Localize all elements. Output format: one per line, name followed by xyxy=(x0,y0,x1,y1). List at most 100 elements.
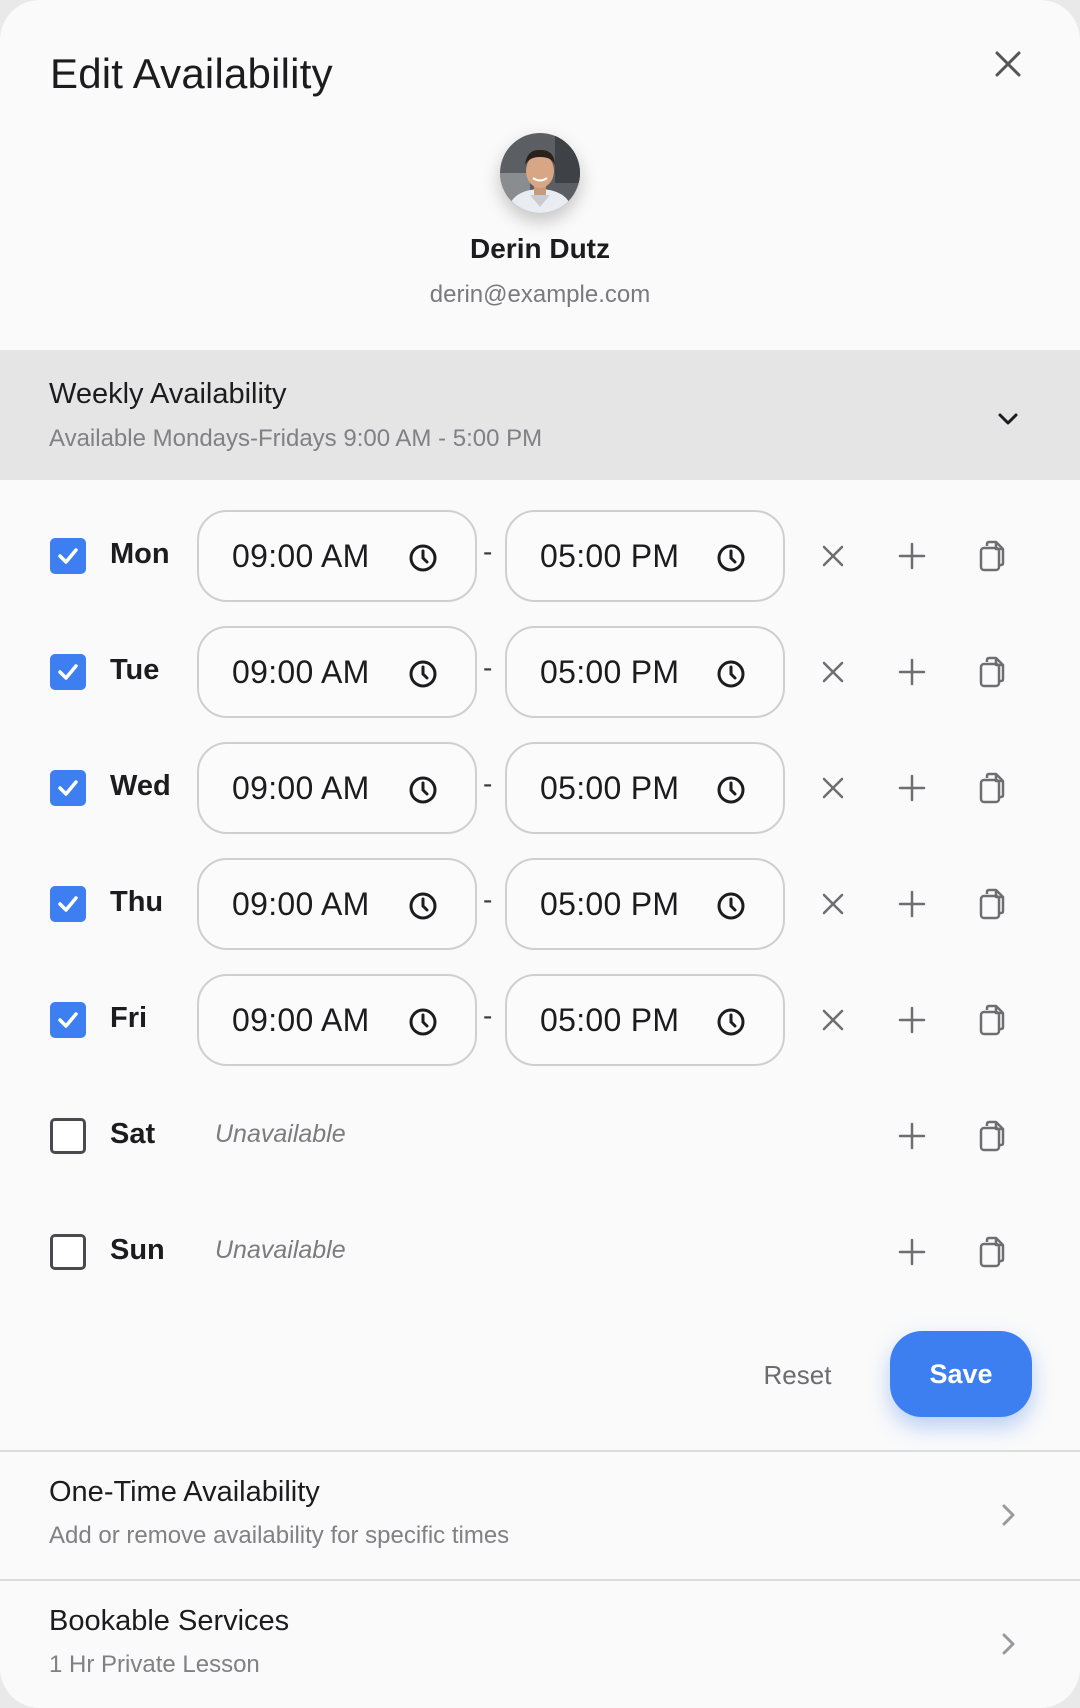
day-label: Sat xyxy=(110,1118,156,1150)
time-separator: - xyxy=(483,884,493,915)
clock-icon xyxy=(409,544,437,572)
day-row-tue: Tue 09:00 AM - 05:00 PM xyxy=(0,626,1080,718)
save-button[interactable]: Save xyxy=(890,1331,1032,1417)
copy-times-button[interactable] xyxy=(972,1116,1012,1156)
add-interval-button[interactable] xyxy=(892,652,932,692)
clock-icon xyxy=(717,544,745,572)
plus-icon xyxy=(898,1122,926,1150)
copy-icon xyxy=(979,540,1005,572)
start-time-value: 09:00 AM xyxy=(232,654,370,690)
plus-icon xyxy=(898,890,926,918)
remove-interval-button[interactable] xyxy=(813,536,853,576)
start-time-value: 09:00 AM xyxy=(232,886,370,922)
end-time-field[interactable]: 05:00 PM xyxy=(505,626,785,718)
day-label: Fri xyxy=(110,1002,148,1034)
copy-times-button[interactable] xyxy=(972,1000,1012,1040)
day-row-mon: Mon 09:00 AM - 05:00 PM xyxy=(0,510,1080,602)
add-interval-button[interactable] xyxy=(892,884,932,924)
copy-times-button[interactable] xyxy=(972,1232,1012,1272)
time-separator: - xyxy=(483,536,493,567)
one-time-availability-title: One-Time Availability xyxy=(49,1476,320,1508)
bookable-services-title: Bookable Services xyxy=(49,1605,290,1637)
x-icon xyxy=(822,545,844,567)
one-time-availability-row[interactable]: One-Time Availability Add or remove avai… xyxy=(0,1452,1080,1580)
x-icon xyxy=(822,1009,844,1031)
close-icon xyxy=(995,51,1021,77)
plus-icon xyxy=(898,1238,926,1266)
day-checkbox[interactable] xyxy=(50,654,86,690)
add-interval-button[interactable] xyxy=(892,1116,932,1156)
plus-icon xyxy=(898,658,926,686)
copy-times-button[interactable] xyxy=(972,652,1012,692)
copy-icon xyxy=(979,1004,1005,1036)
clock-icon xyxy=(717,776,745,804)
time-separator: - xyxy=(483,652,493,683)
clock-icon xyxy=(409,892,437,920)
end-time-field[interactable]: 05:00 PM xyxy=(505,742,785,834)
unavailable-label: Unavailable xyxy=(215,1120,346,1148)
clock-icon xyxy=(409,776,437,804)
remove-interval-button[interactable] xyxy=(813,768,853,808)
end-time-value: 05:00 PM xyxy=(540,1002,680,1038)
end-time-field[interactable]: 05:00 PM xyxy=(505,510,785,602)
remove-interval-button[interactable] xyxy=(813,652,853,692)
weekly-availability-header[interactable]: Weekly Availability Available Mondays-Fr… xyxy=(0,350,1080,480)
clock-icon xyxy=(717,892,745,920)
check-icon xyxy=(58,896,78,912)
plus-icon xyxy=(898,542,926,570)
day-checkbox[interactable] xyxy=(50,886,86,922)
add-interval-button[interactable] xyxy=(892,1000,932,1040)
day-row-sat: Sat Unavailable xyxy=(0,1090,1080,1182)
start-time-field[interactable]: 09:00 AM xyxy=(197,626,477,718)
start-time-field[interactable]: 09:00 AM xyxy=(197,974,477,1066)
bookable-services-row[interactable]: Bookable Services 1 Hr Private Lesson xyxy=(0,1581,1080,1708)
day-checkbox[interactable] xyxy=(50,1234,86,1270)
chevron-down-icon[interactable] xyxy=(993,404,1023,434)
x-icon xyxy=(822,661,844,683)
day-label: Mon xyxy=(110,538,170,570)
day-checkbox[interactable] xyxy=(50,1118,86,1154)
close-button[interactable] xyxy=(988,44,1028,84)
plus-icon xyxy=(898,774,926,802)
start-time-value: 09:00 AM xyxy=(232,770,370,806)
copy-icon xyxy=(979,656,1005,688)
weekly-availability-summary: Available Mondays-Fridays 9:00 AM - 5:00… xyxy=(49,425,543,452)
copy-times-button[interactable] xyxy=(972,768,1012,808)
one-time-availability-subtitle: Add or remove availability for specific … xyxy=(49,1522,510,1549)
remove-interval-button[interactable] xyxy=(813,1000,853,1040)
start-time-field[interactable]: 09:00 AM xyxy=(197,858,477,950)
add-interval-button[interactable] xyxy=(892,536,932,576)
reset-button[interactable]: Reset xyxy=(740,1350,855,1400)
day-checkbox[interactable] xyxy=(50,770,86,806)
remove-interval-button[interactable] xyxy=(813,884,853,924)
day-row-sun: Sun Unavailable xyxy=(0,1206,1080,1298)
check-icon xyxy=(58,780,78,796)
add-interval-button[interactable] xyxy=(892,768,932,808)
unavailable-label: Unavailable xyxy=(215,1236,346,1264)
clock-icon xyxy=(409,1008,437,1036)
add-interval-button[interactable] xyxy=(892,1232,932,1272)
day-checkbox[interactable] xyxy=(50,1002,86,1038)
check-icon xyxy=(58,664,78,680)
check-icon xyxy=(58,1012,78,1028)
end-time-field[interactable]: 05:00 PM xyxy=(505,974,785,1066)
chevron-right-icon xyxy=(1002,1504,1015,1526)
end-time-value: 05:00 PM xyxy=(540,538,680,574)
copy-times-button[interactable] xyxy=(972,884,1012,924)
copy-times-button[interactable] xyxy=(972,536,1012,576)
end-time-value: 05:00 PM xyxy=(540,770,680,806)
edit-availability-modal: Edit Availability Derin Dutz derin@examp… xyxy=(0,0,1080,1708)
copy-icon xyxy=(979,1236,1005,1268)
copy-icon xyxy=(979,888,1005,920)
end-time-field[interactable]: 05:00 PM xyxy=(505,858,785,950)
day-label: Tue xyxy=(110,654,160,686)
day-row-thu: Thu 09:00 AM - 05:00 PM xyxy=(0,858,1080,950)
start-time-field[interactable]: 09:00 AM xyxy=(197,510,477,602)
bookable-services-subtitle: 1 Hr Private Lesson xyxy=(49,1651,260,1678)
end-time-value: 05:00 PM xyxy=(540,654,680,690)
day-label: Wed xyxy=(110,770,171,802)
user-email: derin@example.com xyxy=(429,281,651,308)
x-icon xyxy=(822,777,844,799)
start-time-field[interactable]: 09:00 AM xyxy=(197,742,477,834)
day-checkbox[interactable] xyxy=(50,538,86,574)
